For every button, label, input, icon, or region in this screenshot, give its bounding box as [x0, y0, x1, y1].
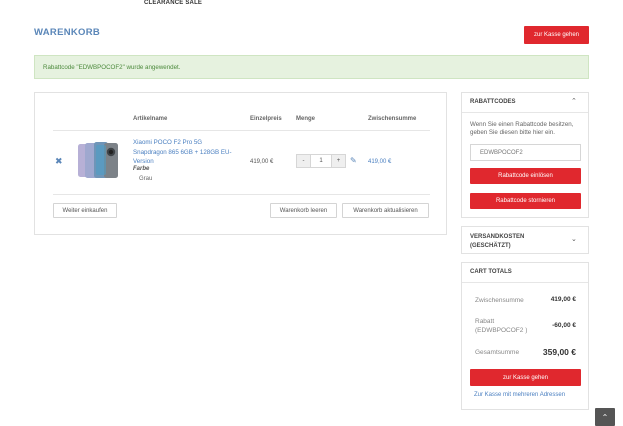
- edit-item-button[interactable]: ✎: [350, 156, 357, 165]
- grand-total-label: Gesamtsumme: [475, 349, 520, 356]
- apply-coupon-button[interactable]: Rabattcode einlösen: [470, 168, 581, 184]
- coupon-instructions: Wenn Sie einen Rabattcode besitzen, gebe…: [470, 121, 574, 136]
- col-header-qty: Menge: [296, 116, 316, 122]
- grand-total-value: 359,00 €: [542, 347, 576, 357]
- qty-minus-button[interactable]: -: [296, 154, 311, 168]
- multi-address-checkout-link[interactable]: Zur Kasse mit mehreren Adressen: [474, 392, 565, 398]
- chevron-up-icon[interactable]: ⌃: [571, 97, 577, 105]
- col-header-name: Artikelname: [133, 116, 168, 122]
- row-divider: [53, 194, 430, 195]
- qty-input[interactable]: 1: [311, 154, 331, 168]
- alert-text: Rabattcode "EDWBPOCOF2" wurde angewendet…: [43, 63, 181, 71]
- col-header-price: Einzelpreis: [250, 116, 282, 122]
- update-cart-button[interactable]: Warenkorb aktualisieren: [342, 203, 429, 218]
- product-name-link[interactable]: Xiaomi POCO F2 Pro 5G Snapdragon 865 6GB…: [133, 138, 235, 167]
- shipping-heading[interactable]: VERSANDKOSTEN (GESCHÄTZT): [470, 233, 540, 250]
- option-label: Farbe: [133, 166, 150, 172]
- product-image[interactable]: [76, 140, 123, 182]
- checkout-button-top[interactable]: zur Kasse gehen: [524, 26, 589, 44]
- scroll-to-top-button[interactable]: ⌃: [595, 408, 615, 426]
- remove-item-button[interactable]: ✖: [55, 156, 63, 167]
- chevron-down-icon[interactable]: ⌄: [571, 235, 577, 243]
- subtotal-value: 419,00 €: [550, 296, 576, 303]
- cancel-coupon-button[interactable]: Rabattcode stornieren: [470, 193, 581, 209]
- row-subtotal: 419,00 €: [368, 159, 392, 165]
- phone-image: [78, 142, 118, 178]
- coupon-code-input[interactable]: EDWBPOCOF2: [470, 144, 581, 161]
- option-value: Grau: [139, 176, 153, 182]
- coupon-divider: [462, 112, 588, 113]
- coupon-panel: RABATTCODES ⌃ Wenn Sie einen Rabattcode …: [461, 92, 589, 218]
- totals-heading: CART TOTALS: [470, 269, 512, 275]
- pencil-icon: ✎: [350, 156, 357, 165]
- close-icon: ✖: [55, 156, 63, 166]
- page-title: WARENKORB: [34, 27, 101, 38]
- continue-shopping-button[interactable]: Weiter einkaufen: [53, 203, 117, 218]
- cart-totals-panel: CART TOTALS Zwischensumme 419,00 € Rabat…: [461, 262, 589, 410]
- nav-clearance-sale[interactable]: CLEARANCE SALE: [144, 0, 202, 6]
- discount-value: -60,00 €: [552, 322, 576, 329]
- unit-price: 419,00 €: [250, 159, 274, 165]
- checkout-button[interactable]: zur Kasse gehen: [470, 369, 581, 386]
- col-header-subtotal: Zwischensumme: [368, 116, 417, 122]
- success-alert: Rabattcode "EDWBPOCOF2" wurde angewendet…: [34, 55, 589, 79]
- coupon-heading[interactable]: RABATTCODES: [470, 99, 516, 105]
- shipping-panel[interactable]: VERSANDKOSTEN (GESCHÄTZT) ⌄: [461, 226, 589, 254]
- clear-cart-button[interactable]: Warenkorb leeren: [270, 203, 337, 218]
- discount-label: Rabatt (EDWBPOCOF2 ): [475, 318, 528, 334]
- totals-divider: [462, 282, 588, 283]
- chevron-up-icon: ⌃: [601, 412, 609, 422]
- qty-plus-button[interactable]: +: [331, 154, 346, 168]
- header-divider: [53, 130, 430, 131]
- cart-table: Artikelname Einzelpreis Menge Zwischensu…: [34, 92, 447, 235]
- subtotal-label: Zwischensumme: [475, 297, 524, 304]
